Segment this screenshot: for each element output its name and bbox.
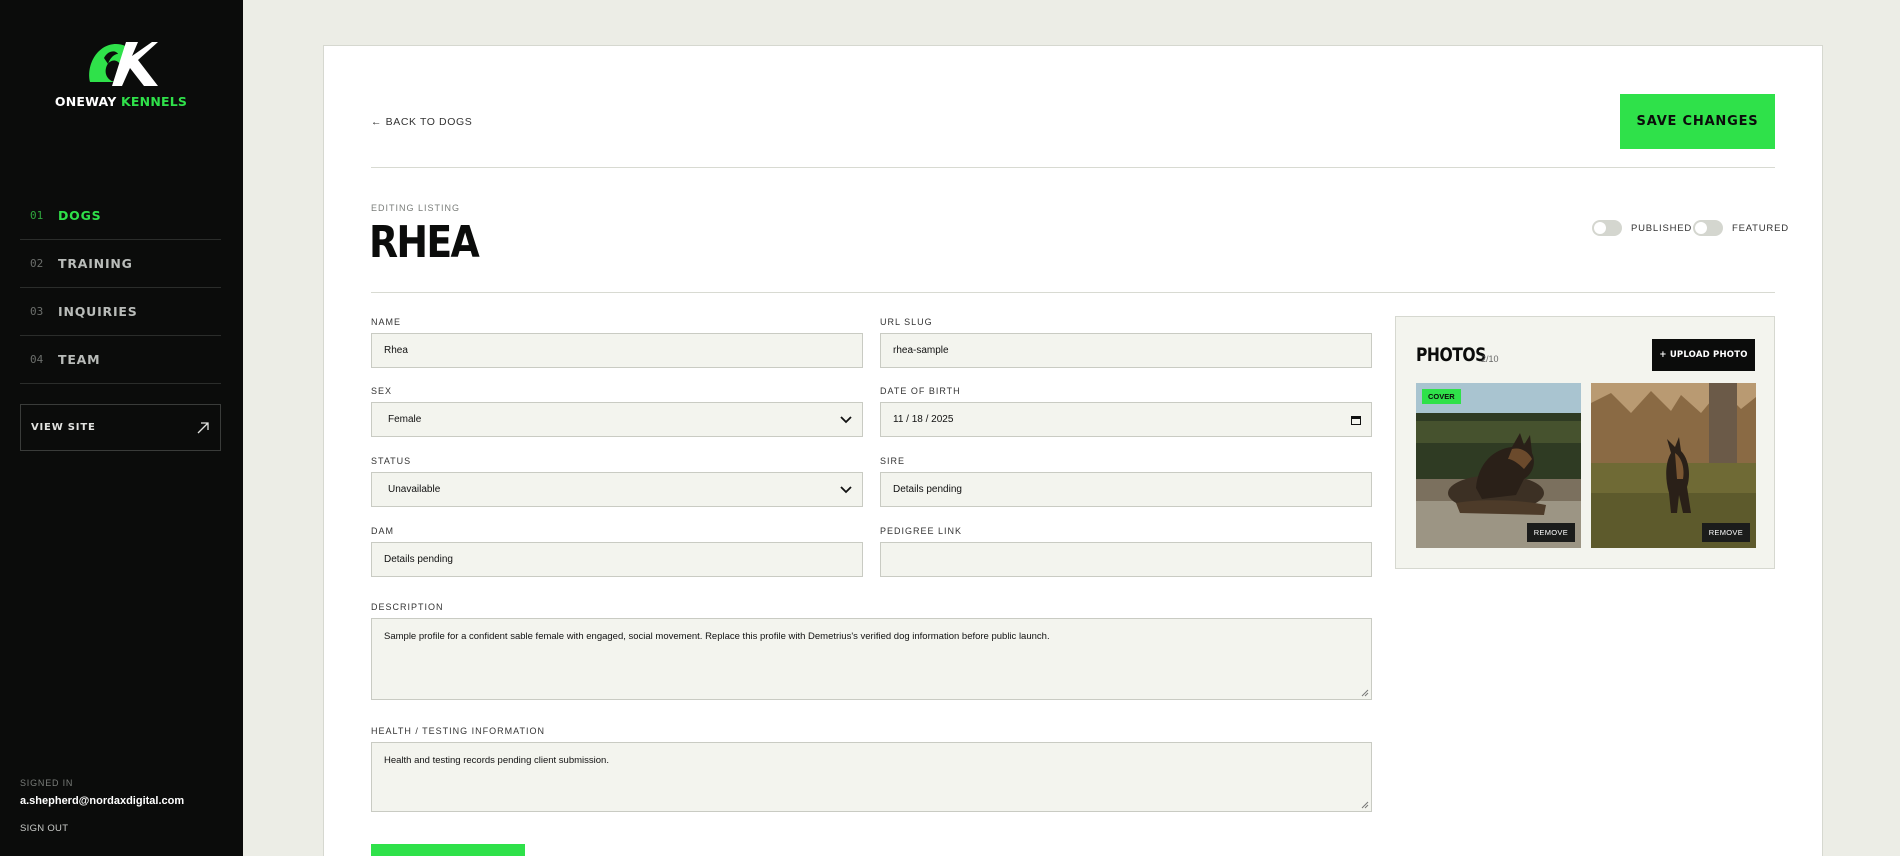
featured-toggle[interactable]: FEATURED [1693, 220, 1789, 236]
dob-label: DATE OF BIRTH [880, 386, 961, 396]
sex-value: Female [388, 414, 422, 425]
upload-photo-button[interactable]: + UPLOAD PHOTO [1652, 339, 1755, 371]
sidebar-nav: 01 DOGS 02 TRAINING 03 INQUIRIES 04 TEAM [20, 192, 221, 384]
user-email: a.shepherd@nordaxdigital.com [20, 795, 185, 807]
sidebar: ONEWAY KENNELS 01 DOGS 02 TRAINING 03 IN… [0, 0, 243, 856]
remove-photo-button[interactable]: REMOVE [1701, 523, 1750, 542]
name-label: NAME [371, 317, 402, 327]
nav-number: 01 [30, 209, 44, 222]
nav-label: TEAM [58, 352, 101, 367]
dam-input[interactable]: Details pending [371, 542, 863, 577]
dob-input[interactable]: 11 / 18 / 2025 [880, 402, 1372, 437]
save-changes-button[interactable]: SAVE CHANGES [1620, 94, 1775, 149]
signed-in-label: SIGNED IN [20, 778, 74, 788]
sidebar-item-training[interactable]: 02 TRAINING [20, 240, 221, 288]
divider [371, 292, 1775, 293]
nav-number: 02 [30, 257, 44, 270]
status-select[interactable]: Unavailable [371, 472, 863, 507]
brand-name: ONEWAY KENNELS [54, 94, 188, 109]
toggle-label: PUBLISHED [1631, 222, 1693, 234]
toggle-label: FEATURED [1732, 222, 1789, 234]
health-label: HEALTH / TESTING INFORMATION [371, 726, 546, 736]
sign-out-link[interactable]: SIGN OUT [20, 823, 68, 834]
url-slug-input[interactable]: rhea-sample [880, 333, 1372, 368]
resize-handle-icon[interactable] [1361, 689, 1369, 697]
sidebar-item-dogs[interactable]: 01 DOGS [20, 192, 221, 240]
dog-photo[interactable]: REMOVE [1591, 383, 1756, 548]
remove-photo-button[interactable]: REMOVE [1526, 523, 1575, 542]
cover-badge: COVER [1422, 389, 1461, 404]
dog-photo-cover[interactable]: COVER REMOVE [1416, 383, 1581, 548]
health-value: Health and testing records pending clien… [384, 755, 609, 766]
chevron-down-icon [840, 415, 852, 423]
status-label: STATUS [371, 456, 412, 466]
sire-label: SIRE [880, 456, 906, 466]
back-to-dogs-link[interactable]: ← BACK TO DOGS [371, 116, 472, 128]
nav-label: TRAINING [58, 256, 133, 271]
brand-logo[interactable]: ONEWAY KENNELS [54, 38, 188, 114]
nav-label: DOGS [58, 208, 102, 223]
toggle-switch[interactable] [1592, 220, 1622, 236]
bottom-save-button[interactable] [371, 844, 525, 856]
sex-select[interactable]: Female [371, 402, 863, 437]
sidebar-item-team[interactable]: 04 TEAM [20, 336, 221, 384]
photos-count: 2/10 [1481, 354, 1499, 364]
view-site-button[interactable]: VIEW SITE [20, 404, 221, 451]
divider [371, 167, 1775, 168]
description-textarea[interactable]: Sample profile for a confident sable fem… [371, 618, 1372, 700]
description-label: DESCRIPTION [371, 602, 444, 612]
editing-listing-label: EDITING LISTING [371, 203, 461, 213]
chevron-down-icon [840, 485, 852, 493]
health-textarea[interactable]: Health and testing records pending clien… [371, 742, 1372, 812]
status-value: Unavailable [388, 484, 441, 495]
resize-handle-icon[interactable] [1361, 801, 1369, 809]
nav-number: 03 [30, 305, 44, 318]
kennel-logo-icon [89, 42, 158, 86]
toggle-switch[interactable] [1693, 220, 1723, 236]
dob-value: 11 / 18 / 2025 [893, 414, 954, 425]
page-title: RHEA [369, 217, 480, 268]
nav-label: INQUIRIES [58, 304, 138, 319]
published-toggle[interactable]: PUBLISHED [1592, 220, 1692, 236]
url-slug-label: URL SLUG [880, 317, 933, 327]
description-value: Sample profile for a confident sable fem… [384, 631, 1050, 642]
sex-label: SEX [371, 386, 393, 396]
sidebar-item-inquiries[interactable]: 03 INQUIRIES [20, 288, 221, 336]
pedigree-label: PEDIGREE LINK [880, 526, 963, 536]
photos-panel: PHOTOS 2/10 + UPLOAD PHOTO COVER REMOVE [1395, 316, 1775, 569]
name-input[interactable]: Rhea [371, 333, 863, 368]
calendar-icon[interactable] [1351, 415, 1361, 425]
photos-title: PHOTOS [1416, 344, 1486, 366]
sire-input[interactable]: Details pending [880, 472, 1372, 507]
nav-number: 04 [30, 353, 44, 366]
edit-dog-card: ← BACK TO DOGS SAVE CHANGES EDITING LIST… [323, 45, 1823, 856]
external-arrow-icon [197, 421, 209, 433]
view-site-label: VIEW SITE [31, 422, 96, 433]
pedigree-link-input[interactable] [880, 542, 1372, 577]
dam-label: DAM [371, 526, 394, 536]
